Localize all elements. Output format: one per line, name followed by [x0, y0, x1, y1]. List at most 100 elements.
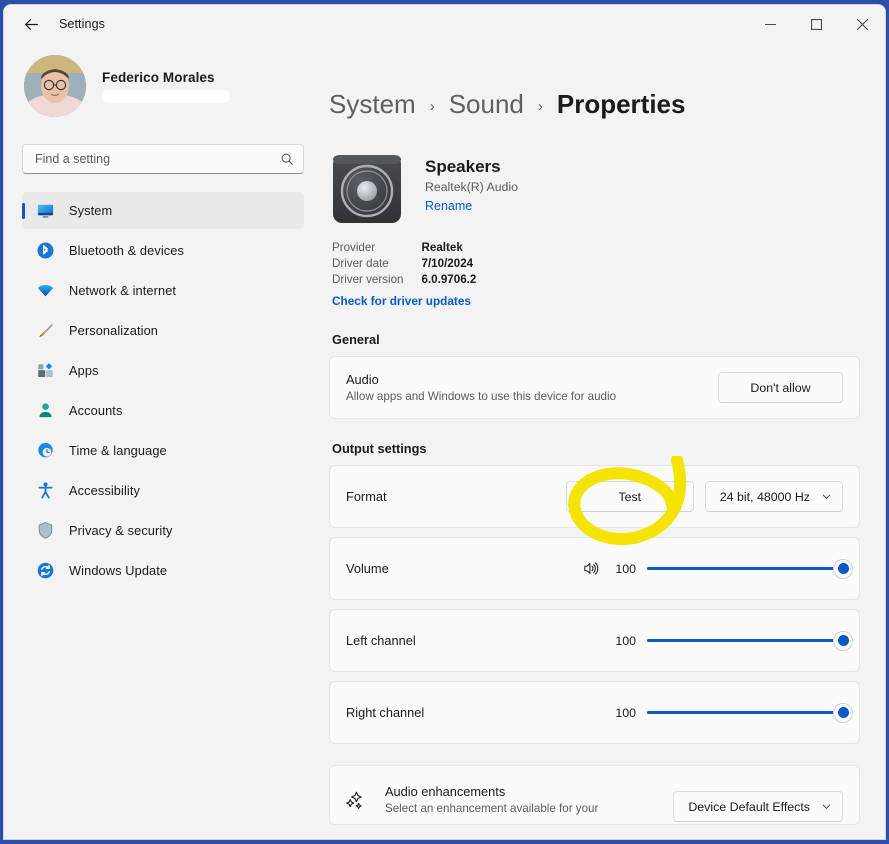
sidebar: Federico Morales Find a setting System B…	[4, 43, 322, 839]
account-text: Federico Morales	[102, 70, 230, 103]
test-button[interactable]: Test	[565, 481, 694, 512]
volume-value: 100	[615, 561, 636, 576]
volume-card: Volume 100	[329, 537, 860, 600]
audio-enhancements-description: Select an enhancement available for your	[385, 802, 599, 815]
device-subtitle: Realtek(R) Audio	[425, 180, 518, 194]
sidebar-item-label: Accessibility	[69, 483, 140, 498]
breadcrumb-system[interactable]: System	[329, 89, 416, 120]
audio-description: Allow apps and Windows to use this devic…	[346, 390, 617, 403]
check-driver-updates-link[interactable]: Check for driver updates	[332, 294, 471, 308]
sidebar-item-label: Bluetooth & devices	[69, 243, 185, 258]
window-body: Federico Morales Find a setting System B…	[4, 43, 885, 839]
wifi-icon	[36, 281, 55, 300]
table-row: Driver date 7/10/2024	[332, 257, 476, 273]
sidebar-item-label: System	[69, 203, 113, 218]
driver-info-table: Provider Realtek Driver date 7/10/2024 D…	[332, 241, 476, 289]
sidebar-item-privacy-security[interactable]: Privacy & security	[22, 512, 304, 549]
driver-provider-value: Realtek	[421, 241, 463, 254]
audio-enhancements-select-value: Device Default Effects	[688, 799, 810, 814]
driver-version-value: 6.0.9706.2	[421, 273, 477, 286]
close-button[interactable]	[839, 5, 885, 43]
breadcrumb-sound[interactable]: Sound	[449, 89, 524, 120]
table-row: Provider Realtek	[332, 241, 476, 257]
sidebar-item-windows-update[interactable]: Windows Update	[22, 552, 304, 589]
sidebar-item-label: Windows Update	[69, 563, 168, 578]
minimize-button[interactable]	[747, 5, 793, 43]
sidebar-item-label: Privacy & security	[69, 523, 173, 538]
sidebar-item-label: Apps	[69, 363, 99, 378]
audio-enhancements-text: Audio enhancements Select an enhancement…	[385, 784, 598, 815]
general-section-title: General	[332, 332, 380, 347]
left-channel-value: 100	[615, 633, 636, 648]
left-channel-label: Left channel	[346, 633, 416, 648]
device-name: Speakers	[425, 157, 501, 176]
account-summary[interactable]: Federico Morales	[22, 43, 304, 125]
window-controls	[747, 5, 885, 43]
avatar	[24, 55, 86, 117]
apps-icon	[36, 361, 55, 380]
sparkles-icon	[343, 790, 367, 812]
table-row: Driver version 6.0.9706.2	[332, 273, 476, 289]
maximize-button[interactable]	[793, 5, 839, 43]
audio-permission-text: Audio Allow apps and Windows to use this…	[346, 372, 616, 403]
slider-fill	[647, 639, 843, 642]
volume-label: Volume	[346, 561, 389, 576]
sidebar-item-accessibility[interactable]: Accessibility	[22, 472, 304, 509]
speaker-device-icon	[329, 151, 405, 227]
driver-provider-key: Provider	[332, 241, 376, 254]
sidebar-item-time-language[interactable]: Time & language	[22, 432, 304, 469]
sidebar-item-label: Personalization	[69, 323, 158, 338]
right-channel-slider[interactable]	[647, 702, 853, 724]
sidebar-item-bluetooth-devices[interactable]: Bluetooth & devices	[22, 232, 304, 269]
chevron-down-icon	[821, 801, 832, 812]
driver-date-value: 7/10/2024	[421, 257, 474, 270]
device-meta: Speakers Realtek(R) Audio Rename	[425, 151, 518, 215]
title-bar: Settings	[4, 5, 885, 43]
right-channel-value: 100	[615, 705, 636, 720]
page-title: Properties	[556, 89, 686, 119]
sidebar-item-network-internet[interactable]: Network & internet	[22, 272, 304, 309]
bluetooth-icon	[36, 241, 55, 260]
slider-thumb[interactable]	[833, 630, 853, 651]
format-select[interactable]: 24 bit, 48000 Hz	[704, 481, 843, 512]
audio-enhancements-label: Audio enhancements	[385, 784, 506, 799]
chevron-down-icon	[821, 491, 832, 502]
rename-link[interactable]: Rename	[425, 199, 472, 213]
sidebar-item-system[interactable]: System	[22, 192, 304, 229]
account-email-redacted	[102, 89, 230, 103]
driver-version-key: Driver version	[332, 273, 404, 286]
dont-allow-button[interactable]: Don't allow	[718, 372, 843, 403]
slider-thumb[interactable]	[833, 702, 853, 723]
sidebar-nav: System Bluetooth & devices Network & int…	[22, 192, 304, 589]
left-channel-card: Left channel 100	[329, 609, 860, 672]
sidebar-item-label: Time & language	[69, 443, 167, 458]
audio-enhancements-select[interactable]: Device Default Effects	[673, 791, 843, 822]
person-icon	[36, 401, 55, 420]
audio-enhancements-card: Audio enhancements Select an enhancement…	[329, 765, 860, 825]
right-channel-label: Right channel	[346, 705, 425, 720]
sidebar-item-apps[interactable]: Apps	[22, 352, 304, 389]
search-input[interactable]	[35, 152, 280, 166]
sidebar-item-label: Accounts	[69, 403, 123, 418]
search-box[interactable]	[22, 144, 304, 174]
speaker-wave-icon[interactable]	[582, 560, 599, 577]
sidebar-item-label: Network & internet	[69, 283, 177, 298]
format-label: Format	[346, 489, 387, 504]
back-button[interactable]	[14, 9, 48, 39]
clock-icon	[36, 441, 55, 460]
right-channel-slider-row: 100	[610, 702, 853, 724]
output-settings-section-title: Output settings	[332, 441, 427, 456]
monitor-icon	[36, 201, 55, 220]
left-channel-slider-row: 100	[610, 630, 853, 652]
slider-thumb[interactable]	[833, 558, 853, 579]
volume-slider[interactable]	[647, 558, 853, 580]
audio-permission-card: Audio Allow apps and Windows to use this…	[329, 356, 860, 419]
device-header: Speakers Realtek(R) Audio Rename	[329, 151, 860, 227]
update-icon	[36, 561, 55, 580]
sidebar-item-accounts[interactable]: Accounts	[22, 392, 304, 429]
sidebar-item-personalization[interactable]: Personalization	[22, 312, 304, 349]
account-name: Federico Morales	[102, 69, 215, 85]
breadcrumb-separator: ›	[429, 98, 435, 115]
breadcrumb: System › Sound › Properties	[329, 89, 860, 120]
left-channel-slider[interactable]	[647, 630, 853, 652]
